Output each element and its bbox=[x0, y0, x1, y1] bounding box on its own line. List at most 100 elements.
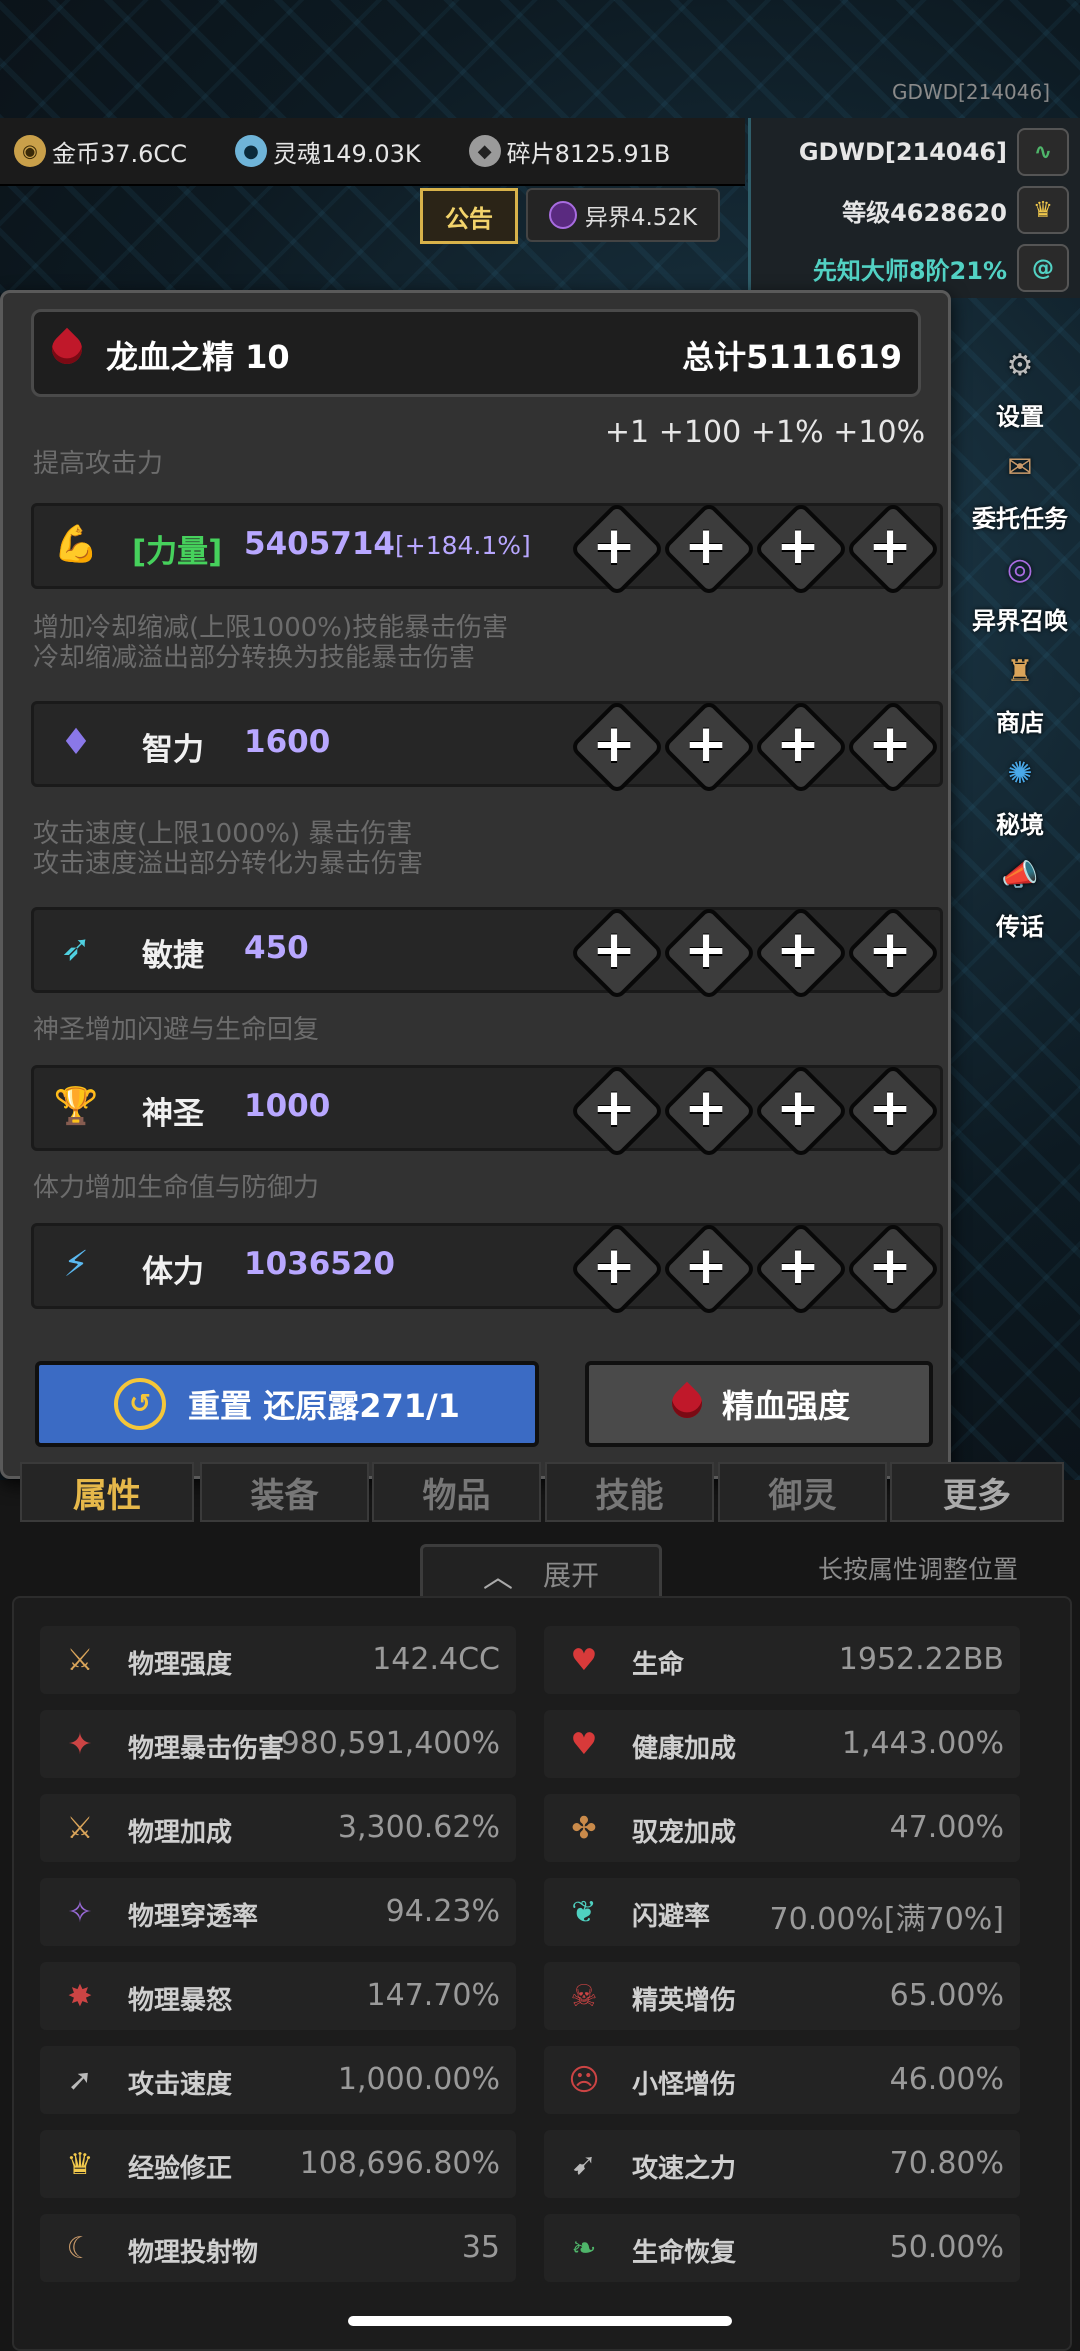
trophy-chalice-icon: 🏆 bbox=[53, 1086, 99, 1127]
attr-row-holy[interactable]: 🏆 神圣 1000 + + + + bbox=[31, 1065, 943, 1151]
blood-drop-icon bbox=[48, 328, 86, 372]
plus-1-button[interactable]: + bbox=[579, 1231, 649, 1301]
chevron-up-icon: ︿ bbox=[482, 1560, 513, 1595]
currency-bar: ◉ 金币37.6CC ● 灵魂149.03K ◆ 碎片8125.91B bbox=[0, 118, 745, 186]
plus-10pct-button[interactable]: + bbox=[855, 1073, 925, 1143]
increment-label-10pct: +10% bbox=[833, 415, 926, 450]
attr-row-stamina[interactable]: ⚡ 体力 1036520 + + + + bbox=[31, 1223, 943, 1309]
heart-plus-icon: ♥ bbox=[570, 1726, 598, 1762]
player-level: 等级4628620 bbox=[842, 198, 1007, 227]
stat-life[interactable]: ♥ 生命 1952.22BB bbox=[544, 1626, 1020, 1694]
modal-title: 龙血之精 10 bbox=[106, 338, 290, 376]
plus-10pct-button[interactable]: + bbox=[855, 511, 925, 581]
notice-tab[interactable]: 公告 bbox=[420, 188, 518, 244]
stat-physical-rage[interactable]: ✸ 物理暴怒 147.70% bbox=[40, 1962, 516, 2030]
fragment-icon: ◆ bbox=[468, 135, 501, 167]
plus-1-button[interactable]: + bbox=[579, 511, 649, 581]
plus-10pct-button[interactable]: + bbox=[855, 709, 925, 779]
plus-100-button[interactable]: + bbox=[671, 709, 741, 779]
bottom-tab-bar: 属性 装备 物品 技能 御灵 更多 bbox=[0, 1462, 1080, 1522]
attr-row-agility[interactable]: ➶ 敏捷 450 + + + + bbox=[31, 907, 943, 993]
otherworld-counter[interactable]: 异界4.52K bbox=[526, 188, 720, 242]
plus-1pct-button[interactable]: + bbox=[763, 1073, 833, 1143]
attr-value: 1000 bbox=[244, 1088, 331, 1124]
horn-icon: 📣 bbox=[1001, 857, 1039, 893]
side-item-shop[interactable]: ♜ 商店 bbox=[960, 636, 1080, 738]
player-name: GDWD[214046] bbox=[798, 138, 1007, 166]
attr-desc-agility: 攻击速度(上限1000%) 暴击伤害 攻击速度溢出部分转化为暴击伤害 bbox=[33, 819, 424, 879]
side-item-commission[interactable]: ✉ 委托任务 bbox=[960, 432, 1080, 534]
tab-attributes[interactable]: 属性 bbox=[20, 1462, 194, 1522]
player-level-row: 等级4628620 ♛ bbox=[842, 186, 1069, 234]
attr-desc-holy: 神圣增加闪避与生命回复 bbox=[33, 1015, 320, 1045]
plus-10pct-button[interactable]: + bbox=[855, 1231, 925, 1301]
tab-items[interactable]: 物品 bbox=[372, 1462, 541, 1522]
penetration-icon: ✧ bbox=[67, 1894, 93, 1930]
plus-1pct-button[interactable]: + bbox=[763, 915, 833, 985]
stat-physical-strength[interactable]: ⚔ 物理强度 142.4CC bbox=[40, 1626, 516, 1694]
heart-icon: ♥ bbox=[570, 1642, 598, 1678]
tab-spirits[interactable]: 御灵 bbox=[718, 1462, 887, 1522]
plus-100-button[interactable]: + bbox=[671, 511, 741, 581]
plus-100-button[interactable]: + bbox=[671, 915, 741, 985]
plus-1pct-button[interactable]: + bbox=[763, 1231, 833, 1301]
currency-fragment: ◆ 碎片8125.91B bbox=[468, 134, 670, 169]
plus-100-button[interactable]: + bbox=[671, 1231, 741, 1301]
attr-desc-stamina: 体力增加生命值与防御力 bbox=[33, 1173, 320, 1203]
stat-physical-projectile[interactable]: ☾ 物理投射物 35 bbox=[40, 2214, 516, 2282]
attr-row-intelligence[interactable]: ♦ 智力 1600 + + + + bbox=[31, 701, 943, 787]
attr-name: 体力 bbox=[142, 1254, 204, 1290]
speed-power-icon: ➹ bbox=[571, 2146, 597, 2182]
attr-name: 神圣 bbox=[142, 1096, 204, 1132]
plus-1pct-button[interactable]: + bbox=[763, 511, 833, 581]
stat-dodge-rate[interactable]: ❦ 闪避率 70.00%[满70%] bbox=[544, 1878, 1020, 1946]
stat-attack-speed[interactable]: ➚ 攻击速度 1,000.00% bbox=[40, 2046, 516, 2114]
side-item-settings[interactable]: ⚙ 设置 bbox=[960, 330, 1080, 432]
home-indicator[interactable] bbox=[348, 2316, 732, 2326]
stat-elite-damage[interactable]: ☠ 精英增伤 65.00% bbox=[544, 1962, 1020, 2030]
plus-100-button[interactable]: + bbox=[671, 1073, 741, 1143]
side-item-message[interactable]: 📣 传话 bbox=[960, 840, 1080, 942]
currency-gold: ◉ 金币37.6CC bbox=[14, 134, 187, 169]
currency-soul: ● 灵魂149.03K bbox=[234, 134, 421, 169]
stat-exp-modifier[interactable]: ♛ 经验修正 108,696.80% bbox=[40, 2130, 516, 2198]
side-item-secret-realm[interactable]: ✺ 秘境 bbox=[960, 738, 1080, 840]
stat-health-bonus[interactable]: ♥ 健康加成 1,443.00% bbox=[544, 1710, 1020, 1778]
increment-label-1: +1 bbox=[604, 415, 650, 450]
attr-name: 智力 bbox=[142, 732, 204, 768]
stat-life-regen[interactable]: ❧ 生命恢复 50.00% bbox=[544, 2214, 1020, 2282]
player-panel[interactable]: GDWD[214046] ∿ 等级4628620 ♛ 先知大师8阶21% @ bbox=[748, 118, 1080, 298]
plus-1pct-button[interactable]: + bbox=[763, 709, 833, 779]
stat-minion-damage[interactable]: ☹ 小怪增伤 46.00% bbox=[544, 2046, 1020, 2114]
side-item-summon[interactable]: ◎ 异界召唤 bbox=[960, 534, 1080, 636]
swirl-icon: ∿ bbox=[1017, 128, 1069, 176]
scroll-icon: ✉ bbox=[1007, 449, 1033, 485]
attr-name: [力量] bbox=[132, 534, 223, 570]
plus-1-button[interactable]: + bbox=[579, 709, 649, 779]
dash-figure-icon: ➶ bbox=[60, 927, 92, 969]
plus-1-button[interactable]: + bbox=[579, 1073, 649, 1143]
sword-strength-icon: ⚔ bbox=[66, 1642, 94, 1678]
shop-bag-icon: ♜ bbox=[1006, 653, 1034, 689]
plus-10pct-button[interactable]: + bbox=[855, 915, 925, 985]
attr-value: 450 bbox=[244, 930, 309, 966]
tab-more[interactable]: 更多 bbox=[890, 1462, 1064, 1522]
stat-physical-bonus[interactable]: ⚔ 物理加成 3,300.62% bbox=[40, 1794, 516, 1862]
tab-skills[interactable]: 技能 bbox=[545, 1462, 714, 1522]
attr-desc-strength: 提高攻击力 bbox=[33, 449, 164, 479]
side-menu: ⚙ 设置 ✉ 委托任务 ◎ 异界召唤 ♜ 商店 ✺ 秘境 📣 传话 bbox=[960, 330, 1080, 942]
sprout-icon: ❧ bbox=[571, 2230, 597, 2266]
expand-button[interactable]: ︿ 展开 bbox=[420, 1544, 662, 1604]
plus-1-button[interactable]: + bbox=[579, 915, 649, 985]
stat-physical-crit-damage[interactable]: ✦ 物理暴击伤害 980,591,400% bbox=[40, 1710, 516, 1778]
essence-strength-button[interactable]: 精血强度 bbox=[585, 1361, 933, 1447]
tab-equipment[interactable]: 装备 bbox=[200, 1462, 369, 1522]
stat-pet-bonus[interactable]: ✤ 驭宠加成 47.00% bbox=[544, 1794, 1020, 1862]
stat-physical-penetration[interactable]: ✧ 物理穿透率 94.23% bbox=[40, 1878, 516, 1946]
planet-crystal-icon: ♦ bbox=[59, 721, 93, 763]
reset-button[interactable]: ↺ 重置 还原露271/1 bbox=[35, 1361, 539, 1447]
stat-attack-speed-power[interactable]: ➹ 攻速之力 70.80% bbox=[544, 2130, 1020, 2198]
attr-row-strength[interactable]: 💪 [力量] 5405714[+184.1%] + + + + bbox=[31, 503, 943, 589]
dodge-icon: ❦ bbox=[571, 1894, 597, 1930]
paw-icon: ✤ bbox=[571, 1810, 597, 1846]
